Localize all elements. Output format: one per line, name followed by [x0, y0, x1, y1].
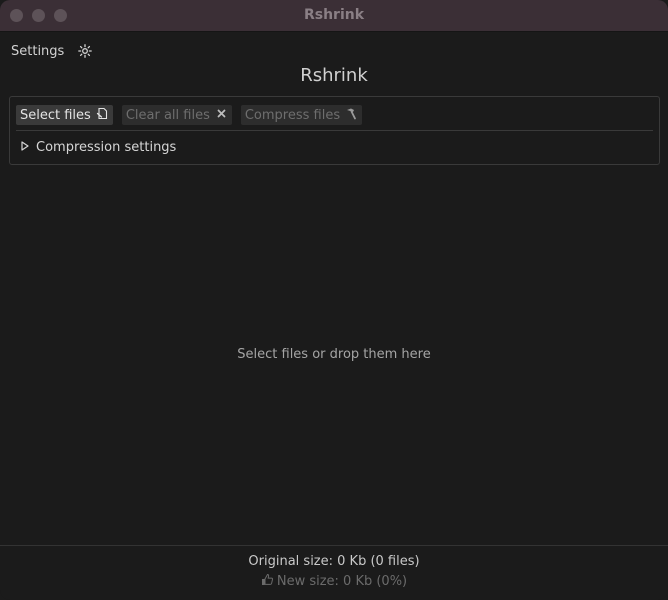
- controls-panel: Select files Clear all files Compress fi…: [9, 96, 660, 165]
- panel-divider: [16, 130, 653, 131]
- window-title: Rshrink: [303, 7, 365, 23]
- new-size-text: New size: 0 Kb (0%): [276, 574, 408, 589]
- toolbar: Select files Clear all files Compress fi…: [16, 104, 363, 126]
- select-files-button[interactable]: Select files: [16, 105, 113, 125]
- hammer-icon: [345, 107, 358, 124]
- clear-all-files-button[interactable]: Clear all files: [121, 105, 232, 125]
- menu-bar: Settings: [11, 42, 93, 60]
- settings-menu[interactable]: Settings: [11, 44, 64, 59]
- select-files-label: Select files: [20, 107, 91, 123]
- close-icon: [215, 107, 228, 124]
- status-bar: Original size: 0 Kb (0 files) New size: …: [0, 545, 668, 600]
- drop-zone-hint: Select files or drop them here: [237, 347, 431, 362]
- triangle-right-icon: [21, 140, 29, 155]
- clear-all-files-label: Clear all files: [125, 107, 210, 123]
- compression-settings-label: Compression settings: [36, 140, 177, 155]
- compress-files-button[interactable]: Compress files: [240, 105, 363, 125]
- file-hand-icon: [96, 107, 109, 124]
- app-window: Rshrink Settings Rshrink Select files Cl…: [0, 0, 668, 600]
- new-size-row: New size: 0 Kb (0%): [0, 573, 668, 590]
- compression-settings-toggle[interactable]: Compression settings: [21, 140, 176, 155]
- original-size-text: Original size: 0 Kb (0 files): [248, 554, 420, 569]
- title-bar: Rshrink: [0, 0, 668, 32]
- thumbs-up-icon: [261, 573, 274, 590]
- sun-icon[interactable]: [78, 44, 93, 58]
- compress-files-label: Compress files: [244, 107, 341, 123]
- app-heading: Rshrink: [300, 65, 368, 86]
